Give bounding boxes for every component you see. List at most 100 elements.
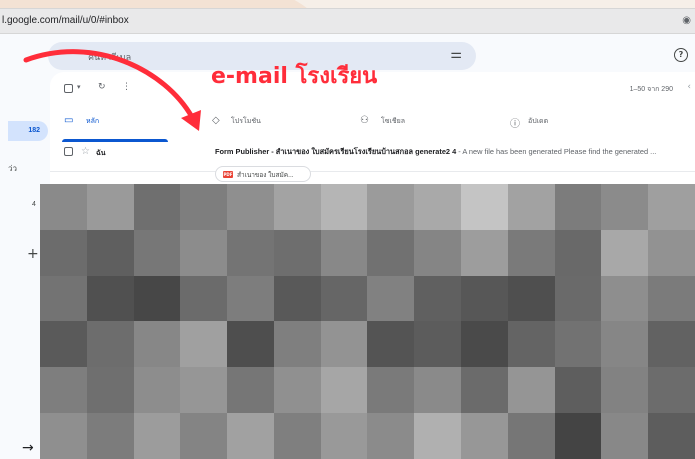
redaction-tile [227,367,274,414]
redaction-tile [320,229,368,276]
redaction-tile [601,321,649,368]
email-snippet: - A new file has been generated Please f… [456,147,657,156]
search-input[interactable]: ค้นหาอีเมล [88,50,131,64]
redaction-tile [86,229,134,276]
redaction-tile [601,413,649,459]
info-icon: ⓘ [510,119,520,130]
annotation-label: e-mail โรงเรียน [211,64,378,89]
redaction-tile [133,184,181,230]
redaction-tile [86,413,134,459]
url-text[interactable]: l.google.com/mail/u/0/#inbox [2,15,129,26]
redaction-tile [414,367,462,414]
redaction-tile [601,184,649,230]
email-sender[interactable]: ฉัน [96,148,106,159]
redaction-tile [507,184,555,230]
redaction-tile [273,275,321,322]
pdf-icon: PDF [223,171,233,178]
redaction-tile [227,184,274,230]
redaction-tile [133,413,181,459]
redaction-tile [648,229,695,276]
redaction-tile [320,184,368,230]
redaction-tile [133,229,181,276]
tab-updates[interactable]: ⓘ อัปเดต [500,102,650,142]
select-all-checkbox[interactable] [64,84,73,93]
email-row[interactable]: ☆ ฉัน Form Publisher - สำเนาของ ใบสมัครเ… [50,142,695,188]
redaction-tile [86,321,134,368]
redaction-tile [367,367,415,414]
row-checkbox[interactable] [64,147,73,156]
redaction-tile [554,413,602,459]
tab-social[interactable]: ⚇ โซเชียล [350,102,500,142]
redaction-tile [227,321,274,368]
tag-icon: ◇ [212,115,220,126]
redaction-tile [507,229,555,276]
category-tabs: ▭ หลัก ◇ โปรโมชัน ⚇ โซเชียล ⓘ อัปเดต [50,102,695,172]
redaction-tile [273,367,321,414]
tab-promotions[interactable]: ◇ โปรโมชัน [200,102,350,142]
redaction-tile [554,229,602,276]
redaction-tile [414,184,462,230]
tab-label: โปรโมชัน [231,118,261,125]
filter-options-icon[interactable]: ⚌ [450,47,462,62]
redaction-tile [86,275,134,322]
tab-primary[interactable]: ▭ หลัก [50,102,200,142]
redaction-tile [648,413,695,459]
refresh-icon[interactable]: ↻ [98,82,106,92]
redaction-tile [40,367,87,414]
redaction-tile [40,184,87,230]
select-dropdown-icon[interactable]: ▾ [77,83,81,91]
redaction-tile [133,321,181,368]
rail-label-fragment[interactable]: ว่ว [8,162,17,175]
attachment-chip[interactable]: PDF สำเนาของ ใบสมัค... [215,166,311,182]
arrow-right-icon[interactable]: → [22,440,34,456]
email-subject: Form Publisher - สำเนาของ ใบสมัครเรียนโร… [215,147,457,156]
help-icon[interactable]: ? [674,48,688,62]
browser-extension-icon[interactable]: ◉ [682,15,691,26]
redaction-tile [648,367,695,414]
redaction-tile [461,275,508,322]
redaction-tile [273,184,321,230]
more-options-icon[interactable]: ⋮ [122,82,131,92]
browser-address-bar[interactable]: l.google.com/mail/u/0/#inbox ◉ [0,8,695,34]
inbox-unread-count[interactable]: 182 [8,121,48,141]
redaction-tile [180,321,228,368]
redaction-tile [320,367,368,414]
redaction-tile [273,413,321,459]
redaction-tile [648,321,695,368]
redaction-tile [554,321,602,368]
redaction-tile [367,321,415,368]
redaction-tile [414,229,462,276]
plus-icon[interactable]: + [27,246,39,262]
redaction-tile [40,229,87,276]
redaction-tile [601,229,649,276]
redaction-tile [133,367,181,414]
inbox-icon: ▭ [64,115,74,126]
redaction-tile [40,413,87,459]
tab-label: โซเชียล [381,118,406,125]
screenshot-page: l.google.com/mail/u/0/#inbox ◉ 182 ว่ว 4… [0,0,695,459]
redaction-tile [507,275,555,322]
pagination-text: 1–50 จาก 290 [629,86,673,93]
redaction-tile [554,184,602,230]
redaction-tile [648,184,695,230]
email-subject-line[interactable]: Form Publisher - สำเนาของ ใบสมัครเรียนโร… [215,146,695,158]
redaction-tile [648,275,695,322]
redaction-tile [601,367,649,414]
redaction-tile [414,413,462,459]
redaction-tile [180,367,228,414]
redaction-tile [461,184,508,230]
redaction-tile [554,275,602,322]
redaction-tile [273,321,321,368]
redaction-tile [180,184,228,230]
chevron-left-icon[interactable]: ‹ [687,82,691,92]
redaction-tile [86,184,134,230]
star-icon[interactable]: ☆ [81,146,90,157]
rail-small-count: 4 [32,201,36,208]
redaction-tile [227,275,274,322]
redaction-tile [461,321,508,368]
redaction-tile [461,367,508,414]
redaction-tile [601,275,649,322]
redaction-tile [367,275,415,322]
redaction-tile [507,413,555,459]
tab-label: หลัก [86,118,100,125]
